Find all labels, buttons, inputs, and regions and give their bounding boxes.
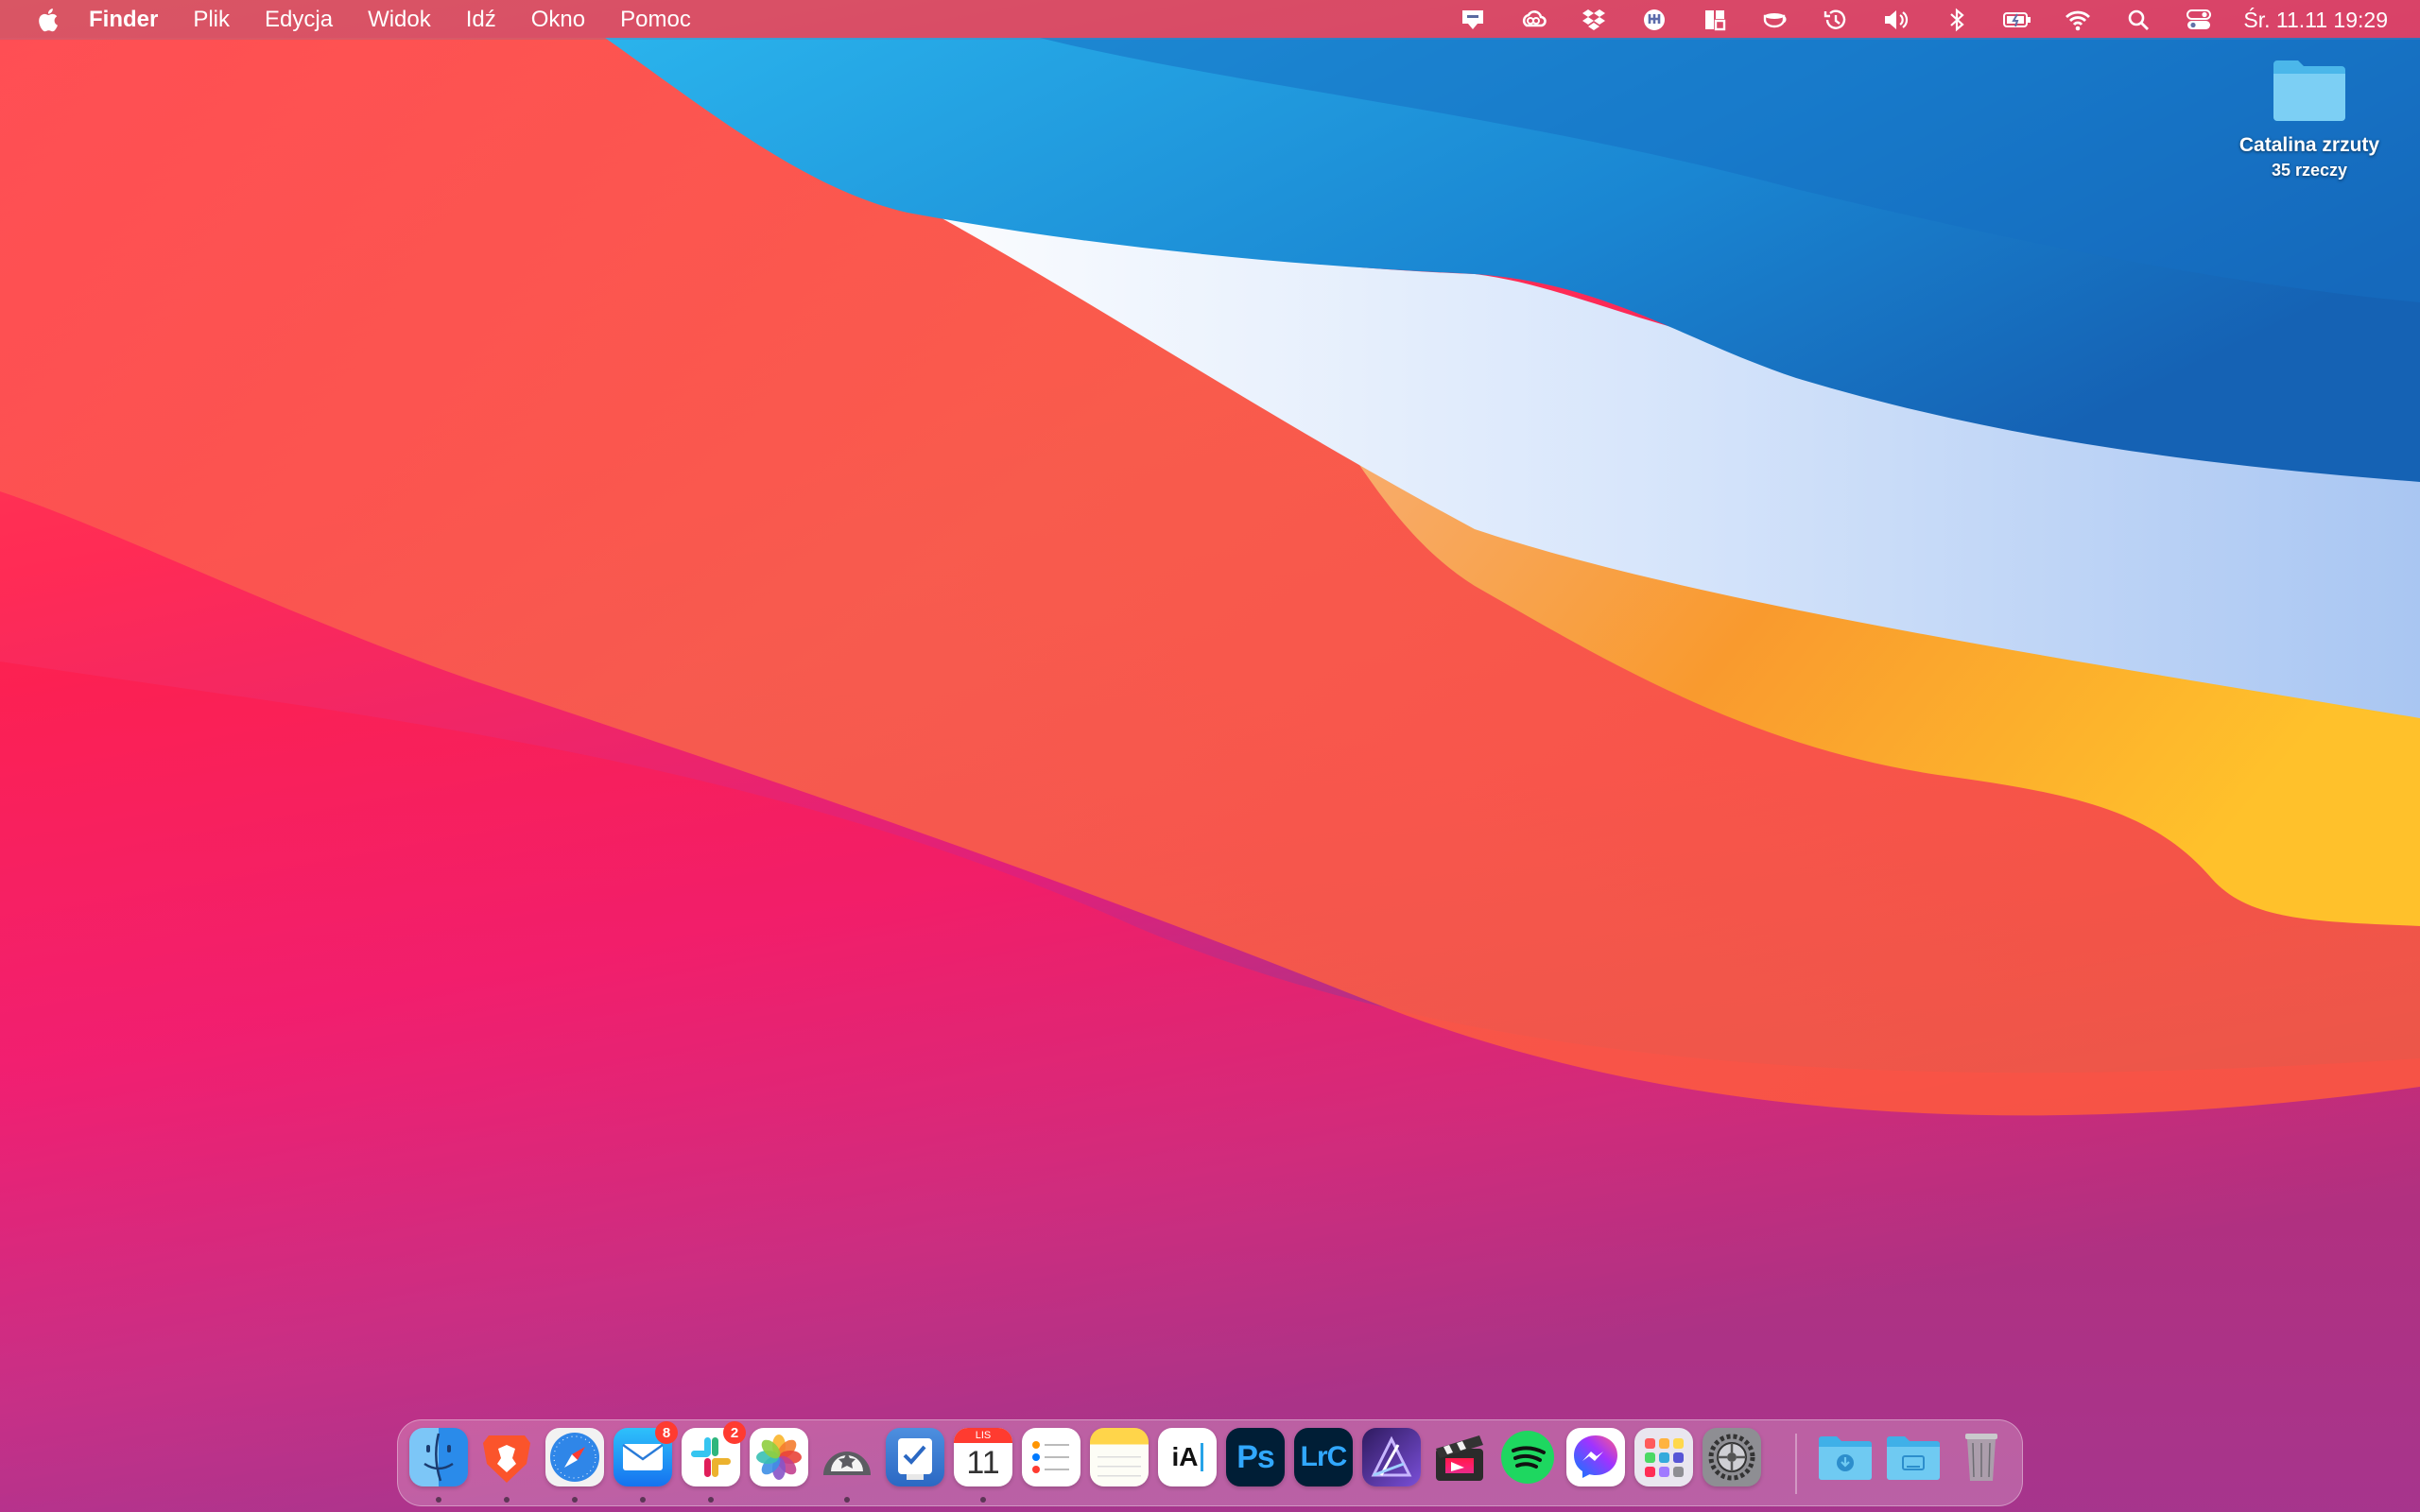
trash-icon xyxy=(1952,1428,2011,1486)
slack-badge: 2 xyxy=(723,1421,746,1444)
dock-brave[interactable] xyxy=(477,1428,536,1503)
menu-widok[interactable]: Widok xyxy=(368,7,431,33)
dock-things[interactable] xyxy=(886,1428,944,1486)
desktop-folder-count: 35 rzeczy xyxy=(2271,161,2348,180)
finder-icon xyxy=(409,1428,468,1486)
downloads-folder-icon xyxy=(1816,1428,1875,1486)
dropbox-icon[interactable] xyxy=(1578,6,1610,34)
battery-icon[interactable] xyxy=(2001,6,2033,34)
brave-icon xyxy=(477,1428,536,1486)
calendar-day: 11 xyxy=(966,1445,1000,1481)
dock-separator xyxy=(1795,1434,1797,1494)
lightroom-icon: LrC xyxy=(1294,1428,1353,1486)
running-indicator xyxy=(504,1497,510,1503)
folder-icon[interactable] xyxy=(2270,55,2349,125)
safari-icon xyxy=(545,1428,604,1486)
magnet-icon[interactable] xyxy=(1699,6,1731,34)
dock-calendar[interactable]: LIS 11 xyxy=(954,1428,1012,1503)
spotlight-icon[interactable] xyxy=(2122,6,2154,34)
dock-final-cut[interactable] xyxy=(1430,1428,1489,1486)
dock-trash[interactable] xyxy=(1952,1428,2011,1486)
lightroom-label: LrC xyxy=(1300,1441,1348,1472)
bluetooth-icon[interactable] xyxy=(1941,6,1973,34)
dock-launchpad[interactable] xyxy=(1634,1428,1693,1486)
dock-reminders[interactable] xyxy=(1022,1428,1080,1486)
dock-lightroom[interactable]: LrC xyxy=(1294,1428,1353,1486)
menu-bar: Finder Plik Edycja Widok Idź Okno Pomoc xyxy=(0,0,2420,40)
photoshop-label: Ps xyxy=(1236,1438,1275,1475)
dock-finder[interactable] xyxy=(409,1428,468,1503)
desktop-folder-name: Catalina zrzuty xyxy=(2238,134,2380,156)
dock-documents[interactable] xyxy=(1884,1428,1943,1486)
dock-ia-writer[interactable]: iA xyxy=(1158,1428,1217,1486)
dock-mail[interactable]: 8 xyxy=(614,1421,678,1503)
dock: 8 2 LIS 11 iA Ps LrC xyxy=(397,1419,2023,1506)
notes-icon xyxy=(1090,1428,1149,1486)
status-menu-area: Śr. 11.11 19:29 xyxy=(1428,0,2388,40)
running-indicator xyxy=(640,1497,646,1503)
menu-plik[interactable]: Plik xyxy=(193,7,230,33)
menu-idz[interactable]: Idź xyxy=(466,7,496,33)
notification-icon[interactable] xyxy=(1457,6,1489,34)
running-indicator xyxy=(708,1497,714,1503)
ia-writer-icon: iA xyxy=(1158,1428,1217,1486)
dock-reeder[interactable] xyxy=(818,1428,876,1503)
dock-photoshop[interactable]: Ps xyxy=(1226,1428,1285,1486)
menu-edycja[interactable]: Edycja xyxy=(265,7,333,33)
reeder-icon xyxy=(818,1428,876,1486)
running-indicator xyxy=(572,1497,578,1503)
things-icon xyxy=(886,1428,944,1486)
creative-cloud-icon[interactable] xyxy=(1517,6,1549,34)
menu-pomoc[interactable]: Pomoc xyxy=(620,7,691,33)
reminders-icon xyxy=(1022,1428,1080,1486)
spotify-icon xyxy=(1498,1428,1557,1486)
running-indicator xyxy=(844,1497,850,1503)
final-cut-icon xyxy=(1430,1428,1489,1486)
menu-okno[interactable]: Okno xyxy=(531,7,585,33)
dock-spotify[interactable] xyxy=(1498,1428,1557,1486)
volume-icon[interactable] xyxy=(1880,6,1912,34)
dock-notes[interactable] xyxy=(1090,1428,1149,1486)
wifi-icon[interactable] xyxy=(2062,6,2094,34)
menu-app-finder[interactable]: Finder xyxy=(89,7,158,33)
affinity-icon xyxy=(1362,1428,1421,1486)
amphetamine-icon[interactable] xyxy=(1759,6,1791,34)
control-center-icon[interactable] xyxy=(2183,6,2215,34)
bitwarden-icon[interactable] xyxy=(1638,6,1670,34)
ia-writer-label: iA xyxy=(1171,1442,1199,1471)
documents-folder-icon xyxy=(1884,1428,1943,1486)
calendar-month: LIS xyxy=(954,1428,1012,1443)
dock-slack[interactable]: 2 xyxy=(682,1421,746,1503)
desktop-wallpaper xyxy=(0,0,2420,1512)
dock-messenger[interactable] xyxy=(1566,1428,1625,1486)
calendar-icon: LIS 11 xyxy=(954,1428,1012,1486)
running-indicator xyxy=(436,1497,441,1503)
menubar-clock[interactable]: Śr. 11.11 19:29 xyxy=(2243,8,2388,33)
messenger-icon xyxy=(1566,1428,1625,1486)
dock-photos[interactable] xyxy=(750,1428,808,1486)
time-machine-icon[interactable] xyxy=(1820,6,1852,34)
settings-icon xyxy=(1703,1428,1761,1486)
running-indicator xyxy=(980,1497,986,1503)
dock-system-preferences[interactable] xyxy=(1703,1428,1761,1486)
dock-affinity-designer[interactable] xyxy=(1362,1428,1421,1486)
desktop-folder[interactable]: Catalina zrzuty 35 rzeczy xyxy=(2220,55,2399,180)
photoshop-icon: Ps xyxy=(1226,1428,1285,1486)
photos-icon xyxy=(750,1428,808,1486)
dock-safari[interactable] xyxy=(545,1428,604,1503)
dock-downloads[interactable] xyxy=(1816,1428,1875,1486)
launchpad-icon xyxy=(1634,1428,1693,1486)
mail-badge: 8 xyxy=(655,1421,678,1444)
apple-menu-icon[interactable] xyxy=(34,6,60,34)
